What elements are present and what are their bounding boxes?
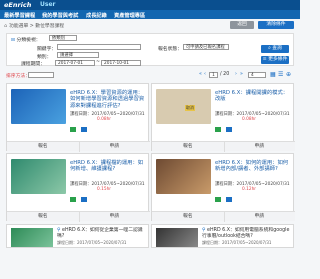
period-separator: ~ [96, 60, 101, 65]
course-hours: 0.08hr [97, 117, 112, 122]
keyword-label: 關鍵字： [37, 47, 57, 52]
add-circle-icon[interactable]: ⊕ [286, 71, 291, 78]
top-bar: eEnrich User [0, 0, 300, 10]
course-title[interactable]: eHRD 6.X：課程檔的運用：如何新增、維護課程? [70, 160, 146, 173]
clear-filters-button[interactable]: 清除條件 [258, 21, 294, 29]
course-period: 課程日期：2017/07/05~2020/07/31 [202, 240, 272, 245]
course-hours: 0.08hr [242, 117, 257, 122]
apply-button[interactable]: 申請 [79, 142, 151, 152]
status-select[interactable]: 可申請及已報名課程 [183, 44, 229, 50]
apply-button[interactable]: 申請 [224, 212, 296, 222]
course-thumbnail [156, 159, 211, 194]
course-title[interactable]: eHRD 6.X：課程開課的模式：改版 [215, 90, 291, 103]
list-view-icon[interactable]: ☰ [278, 71, 283, 78]
course-period: 課程日期：2017/07/05~2020/07/31 [57, 240, 127, 245]
grid-view-icon[interactable]: ▦ [270, 71, 276, 78]
document-icon [81, 127, 88, 132]
course-title[interactable]: eHRD 6.X：學習資源的運用：如何新增學習資源和透過學習資源來對課程進行評估… [70, 90, 146, 109]
course-title-text: eHRD 6.X：如何從企業第一哩二認識嗎? [57, 228, 143, 239]
period-start-input[interactable]: 2017-07-01 [55, 59, 95, 66]
apply-button[interactable]: 申請 [224, 142, 296, 152]
course-thumbnail [156, 228, 198, 247]
app-logo-suffix: User [40, 1, 56, 8]
menu-item-growth-records[interactable]: 成長記錄 [86, 12, 107, 19]
prev-page-icon[interactable]: ‹ [204, 72, 206, 77]
course-type-icons [215, 117, 233, 132]
course-card[interactable]: ⚲ eHRD 6.X：如何用電腦系統和google行事曆/outlook結合嗎?… [151, 224, 294, 248]
course-title-text: eHRD 6.X：如何用電腦系統和google行事曆/outlook結合嗎? [202, 228, 290, 239]
category-label: 類別： [37, 55, 52, 60]
status-label: 報名狀態： [158, 47, 182, 52]
course-hours: 0.12hr [242, 187, 257, 192]
document-icon [81, 197, 88, 202]
period-label: 課程期間： [21, 62, 45, 67]
view-mode-label-text: 分類檢視： [16, 38, 41, 43]
last-page-icon[interactable]: » [240, 72, 243, 77]
course-card[interactable]: 取消 eHRD 6.X：課程開課的模式：改版 課程日期：2017/07/05~2… [151, 83, 296, 152]
card-actions: 報名 申請 [152, 141, 296, 152]
keyword-input[interactable] [57, 44, 141, 50]
view-mode-label: ⊟ 分類檢視： [11, 36, 41, 43]
total-pages: / 20 [220, 72, 230, 77]
course-type-icons [70, 187, 88, 202]
video-icon [215, 127, 221, 132]
course-type-icons [70, 117, 88, 132]
category-select[interactable]: 請選擇 [57, 52, 99, 58]
card-actions: 報名 申請 [7, 141, 151, 152]
course-thumbnail: 取消 [156, 89, 211, 124]
course-hours: 0.15hr [97, 187, 112, 192]
app-logo[interactable]: eEnrich [4, 1, 31, 9]
apply-button[interactable]: 申請 [79, 212, 151, 222]
course-title[interactable]: ⚲ eHRD 6.X：如何從企業第一哩二認識嗎? [57, 228, 149, 239]
menu-item-latest-courses[interactable]: 最新學習課程 [4, 12, 35, 19]
menu-item-asset-management[interactable]: 資產管理專區 [114, 12, 145, 19]
enroll-button[interactable]: 報名 [7, 212, 79, 222]
enroll-button[interactable]: 報名 [152, 142, 224, 152]
video-icon [215, 197, 221, 202]
video-icon [70, 127, 76, 132]
main-menu: 最新學習課程 我的學習與考試 成長記錄 資產管理專區 [0, 10, 300, 19]
document-icon [226, 127, 233, 132]
next-page-icon[interactable]: › [235, 72, 237, 77]
more-conditions-label: 更多條件 [268, 57, 288, 62]
sort-toolbar: 排序方法： « ‹ 1 / 20 › » 4 ▦ ☰ ⊕ [6, 71, 294, 79]
more-conditions-button[interactable]: ≡ 更多條件 [261, 56, 289, 64]
course-card[interactable]: eHRD 6.X：課程檔的運用：如何新增、維護課程? 課程日期：2017/07/… [6, 153, 151, 222]
enroll-button[interactable]: 報名 [7, 142, 79, 152]
filter-panel: ⊟ 分類檢視： 依類別 關鍵字： 類別： 請選擇 課程期間： 2017-07-0… [6, 33, 294, 67]
course-card[interactable]: ⚲ eHRD 6.X：如何從企業第一哩二認識嗎? 課程日期：2017/07/05… [6, 224, 149, 248]
course-thumbnail [11, 228, 53, 247]
first-page-icon[interactable]: « [199, 72, 202, 77]
period-end-input[interactable]: 2017-10-01 [101, 59, 141, 66]
breadcrumb: ⌂ 功能選單 > 數位學習課程 [4, 22, 64, 29]
course-thumbnail [11, 159, 66, 194]
course-title[interactable]: ⚲ eHRD 6.X：如何用電腦系統和google行事曆/outlook結合嗎? [202, 228, 294, 239]
search-button[interactable]: ⌕ 查詢 [261, 45, 289, 53]
sort-label: 排序方法： [6, 74, 30, 79]
card-actions: 報名 申請 [7, 211, 151, 222]
breadcrumb-text: 功能選單 > 數位學習課程 [9, 24, 65, 29]
course-type-icons [215, 187, 233, 202]
document-icon [226, 197, 233, 202]
page-size-select[interactable]: 4 [248, 71, 266, 78]
card-actions: 報名 申請 [152, 211, 296, 222]
home-icon[interactable]: ⌂ [4, 24, 7, 29]
back-button[interactable]: 返回 [230, 21, 254, 29]
search-button-label: 查詢 [272, 46, 282, 51]
enroll-button[interactable]: 報名 [152, 212, 224, 222]
video-icon [70, 197, 76, 202]
view-mode-select[interactable]: 依類別 [49, 35, 77, 41]
page-number-input[interactable]: 1 [209, 71, 218, 78]
menu-item-my-learning[interactable]: 我的學習與考試 [42, 12, 78, 19]
course-card[interactable]: eHRD 6.X：如何的運用：如何新增內部/講者、外部講師? 課程日期：2017… [151, 153, 296, 222]
sort-select[interactable] [28, 71, 54, 78]
course-thumbnail [11, 89, 66, 124]
course-tag: 取消 [185, 105, 195, 111]
course-card[interactable]: eHRD 6.X：學習資源的運用：如何新增學習資源和透過學習資源來對課程進行評估… [6, 83, 151, 152]
course-title[interactable]: eHRD 6.X：如何的運用：如何新增內部/講者、外部講師? [215, 160, 291, 173]
